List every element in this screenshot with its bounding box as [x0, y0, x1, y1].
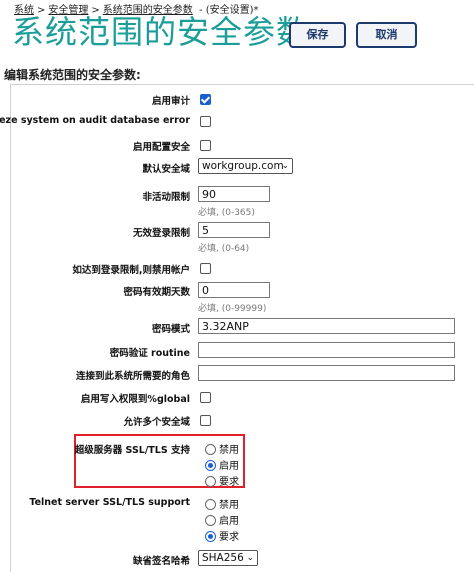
freeze-system-label: Freeze system on audit database error: [0, 115, 190, 126]
default-security-domain-label: 默认安全域: [142, 164, 190, 175]
default-signature-hash-select[interactable]: SHA256 ⌄: [198, 550, 258, 566]
chevron-down-icon: ⌄: [281, 161, 289, 171]
enable-audit-checkbox[interactable]: [200, 94, 211, 105]
telnet-tls-disable-radio[interactable]: [205, 499, 216, 510]
superserver-tls-label: 超级服务器 SSL/TLS 支持: [74, 445, 190, 456]
password-routine-input[interactable]: [198, 342, 455, 358]
inactivity-limit-label: 非活动限制: [142, 192, 190, 203]
enable-config-security-checkbox[interactable]: [200, 140, 211, 151]
superserver-tls-require-radio[interactable]: [205, 476, 216, 487]
inactivity-limit-hint: 必填, (0-365): [198, 208, 255, 218]
invalid-login-limit-input[interactable]: 5: [198, 222, 270, 238]
telnet-tls-disable-label: 禁用: [219, 500, 239, 511]
invalid-login-limit-label: 无效登录限制: [132, 228, 190, 239]
password-days-hint: 必填, (0-99999): [198, 304, 267, 314]
telnet-tls-label: Telnet server SSL/TLS support: [29, 497, 190, 508]
section-title: 编辑系统范围的安全参数:: [4, 68, 141, 82]
chevron-down-icon: ⌄: [246, 553, 254, 563]
global-write-label: 启用写入权限到%global: [80, 394, 190, 405]
default-security-domain-select[interactable]: workgroup.com ⌄: [198, 158, 293, 174]
password-days-input[interactable]: 0: [198, 282, 270, 298]
enable-audit-label: 启用审计: [151, 96, 190, 107]
password-days-label: 密码有效期天数: [123, 287, 190, 298]
telnet-tls-enable-radio[interactable]: [205, 515, 216, 526]
password-pattern-label: 密码模式: [151, 324, 190, 335]
superserver-tls-enable-radio[interactable]: [205, 460, 216, 471]
save-button[interactable]: 保存: [289, 22, 346, 48]
page-title: 系统范围的安全参数: [12, 13, 310, 51]
allow-multi-domain-label: 允许多个安全域: [123, 417, 190, 428]
telnet-tls-require-label: 要求: [219, 532, 239, 543]
inactivity-limit-input[interactable]: 90: [198, 186, 270, 202]
superserver-tls-disable-radio[interactable]: [205, 444, 216, 455]
connect-role-input[interactable]: [198, 365, 455, 381]
password-pattern-input[interactable]: 3.32ANP: [198, 318, 455, 334]
cancel-button[interactable]: 取消: [356, 22, 417, 48]
disable-on-limit-label: 如达到登录限制,则禁用帐户: [72, 265, 190, 276]
allow-multi-domain-checkbox[interactable]: [200, 415, 211, 426]
global-write-checkbox[interactable]: [200, 392, 211, 403]
enable-config-security-label: 启用配置安全: [132, 142, 190, 153]
superserver-tls-enable-label: 启用: [219, 461, 239, 472]
password-routine-label: 密码验证 routine: [109, 348, 190, 359]
connect-role-label: 连接到此系统所需要的角色: [75, 371, 190, 382]
disable-on-limit-checkbox[interactable]: [200, 263, 211, 274]
default-signature-hash-label: 缺省签名哈希: [132, 556, 190, 567]
superserver-tls-require-label: 要求: [219, 477, 239, 488]
freeze-system-checkbox[interactable]: [200, 116, 211, 127]
default-security-domain-value: workgroup.com: [202, 160, 284, 172]
superserver-tls-disable-label: 禁用: [219, 445, 239, 456]
default-signature-hash-value: SHA256: [202, 552, 244, 564]
invalid-login-limit-hint: 必填, (0-64): [198, 244, 250, 254]
telnet-tls-require-radio[interactable]: [205, 531, 216, 542]
telnet-tls-enable-label: 启用: [219, 516, 239, 527]
